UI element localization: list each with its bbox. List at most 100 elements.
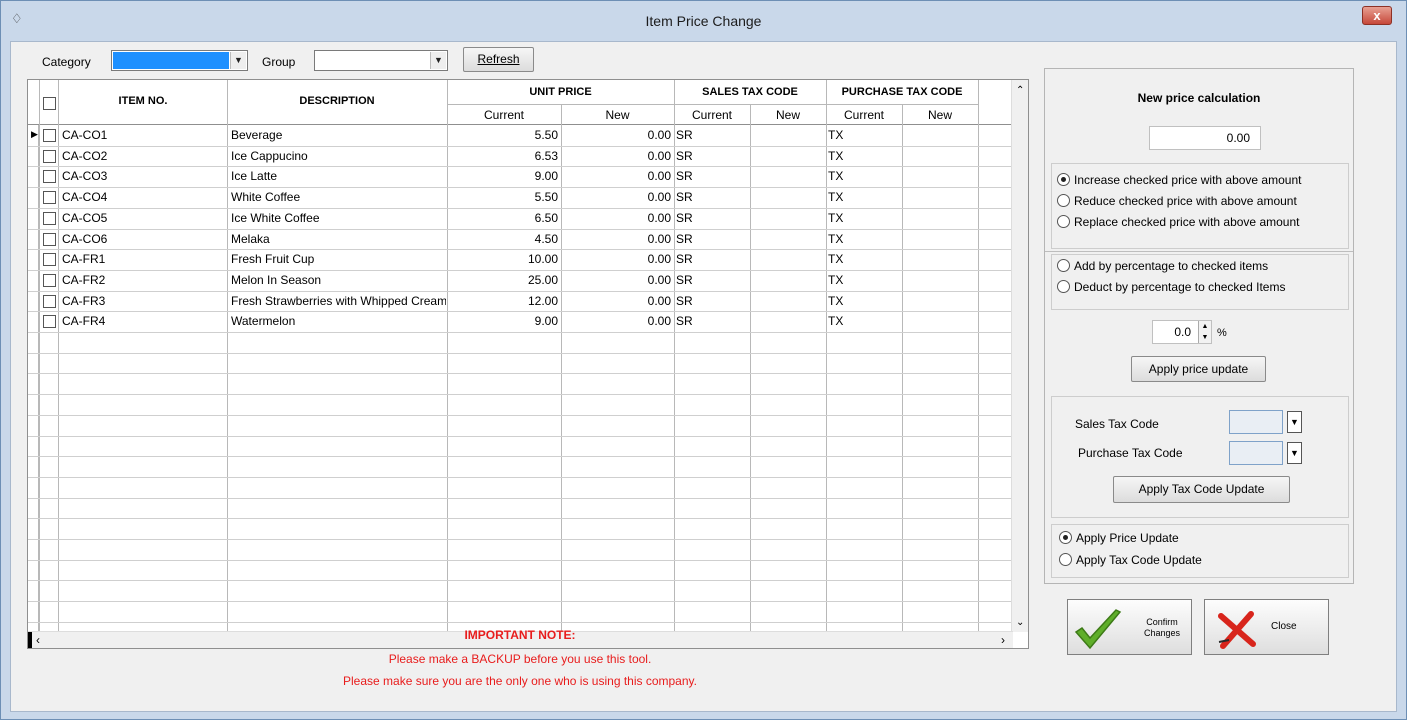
cell-item-no[interactable]: CA-FR3 [62,294,226,308]
cell-price-current[interactable]: 10.00 [448,252,558,266]
cell-price-new[interactable]: 0.00 [562,169,671,183]
apply-price-update-button[interactable]: Apply price update [1131,356,1266,382]
cell-description[interactable]: Melaka [231,232,446,246]
cell-price-current[interactable]: 9.00 [448,169,558,183]
table-row[interactable]: CA-FR1 Fresh Fruit Cup 10.00 0.00 SR TX [28,249,1013,270]
table-row[interactable]: CA-CO5 Ice White Coffee 6.50 0.00 SR TX [28,208,1013,229]
cell-description[interactable]: Ice Latte [231,169,446,183]
mode-price-radio[interactable] [1059,531,1072,544]
cell-price-current[interactable]: 5.50 [448,190,558,204]
cell-purchase-current[interactable]: TX [828,190,900,204]
cell-sales-current[interactable]: SR [676,211,748,225]
scroll-down-icon[interactable]: ⌄ [1016,617,1024,628]
cell-item-no[interactable]: CA-FR2 [62,273,226,287]
row-checkbox[interactable] [43,294,56,308]
cell-sales-current[interactable]: SR [676,273,748,287]
cell-price-current[interactable]: 25.00 [448,273,558,287]
refresh-button[interactable]: Refresh [463,47,534,72]
chevron-down-icon[interactable]: ▼ [230,52,246,69]
cell-sales-current[interactable]: SR [676,128,748,142]
apply-tax-code-update-button[interactable]: Apply Tax Code Update [1113,476,1290,503]
cell-purchase-current[interactable]: TX [828,314,900,328]
group-select[interactable]: ▼ [314,50,448,71]
table-row[interactable]: CA-CO2 Ice Cappucino 6.53 0.00 SR TX [28,146,1013,167]
cell-sales-current[interactable]: SR [676,294,748,308]
cell-sales-current[interactable]: SR [676,232,748,246]
cell-purchase-current[interactable]: TX [828,149,900,163]
row-checkbox[interactable] [43,129,56,142]
percentage-spinner[interactable]: ▲ ▼ [1198,321,1211,343]
cell-purchase-current[interactable]: TX [828,273,900,287]
table-row[interactable]: CA-FR3 Fresh Strawberries with Whipped Cr… [28,291,1013,312]
cell-description[interactable]: Fresh Fruit Cup [231,252,446,266]
cell-price-current[interactable]: 12.00 [448,294,558,308]
cell-description[interactable]: Fresh Strawberries with Whipped Cream [231,294,446,308]
scroll-up-icon[interactable]: ⌃ [1016,85,1024,96]
cell-item-no[interactable]: CA-CO2 [62,149,226,163]
select-all-checkbox[interactable] [43,97,56,110]
cell-sales-current[interactable]: SR [676,314,748,328]
row-checkbox[interactable] [43,232,56,246]
mode-tax-radio[interactable] [1059,553,1072,566]
window-close-button[interactable]: x [1362,6,1392,25]
cell-purchase-current[interactable]: TX [828,211,900,225]
row-checkbox[interactable] [43,211,56,225]
row-checkbox[interactable] [43,315,56,329]
cell-price-current[interactable]: 6.53 [448,149,558,163]
cell-item-no[interactable]: CA-CO1 [62,128,226,142]
cell-purchase-current[interactable]: TX [828,169,900,183]
chevron-down-icon[interactable]: ▼ [430,52,446,69]
cell-description[interactable]: Ice White Coffee [231,211,446,225]
cell-description[interactable]: Melon In Season [231,273,446,287]
table-row[interactable]: CA-FR4 Watermelon 9.00 0.00 SR TX [28,311,1013,332]
category-select[interactable]: ▼ [111,50,248,71]
chevron-down-icon[interactable]: ▼ [1287,411,1302,433]
cell-sales-current[interactable]: SR [676,149,748,163]
cell-price-new[interactable]: 0.00 [562,211,671,225]
table-row[interactable]: CA-CO3 Ice Latte 9.00 0.00 SR TX [28,166,1013,187]
cell-description[interactable]: Beverage [231,128,446,142]
cell-price-current[interactable]: 5.50 [448,128,558,142]
cell-sales-current[interactable]: SR [676,252,748,266]
add-percentage-radio[interactable] [1057,259,1070,272]
cell-price-current[interactable]: 6.50 [448,211,558,225]
replace-radio[interactable] [1057,215,1070,228]
cell-item-no[interactable]: CA-CO6 [62,232,226,246]
table-row[interactable]: CA-CO6 Melaka 4.50 0.00 SR TX [28,229,1013,250]
cell-price-new[interactable]: 0.00 [562,128,671,142]
cell-price-new[interactable]: 0.00 [562,252,671,266]
cell-description[interactable]: Watermelon [231,314,446,328]
cell-purchase-current[interactable]: TX [828,128,900,142]
cell-sales-current[interactable]: SR [676,169,748,183]
cell-price-new[interactable]: 0.00 [562,294,671,308]
vertical-scrollbar[interactable]: ⌃ ⌄ [1011,80,1028,632]
row-checkbox[interactable] [43,191,56,205]
row-checkbox[interactable] [43,273,56,287]
cell-purchase-current[interactable]: TX [828,294,900,308]
reduce-radio[interactable] [1057,194,1070,207]
cell-purchase-current[interactable]: TX [828,252,900,266]
cell-item-no[interactable]: CA-CO4 [62,190,226,204]
cell-price-current[interactable]: 4.50 [448,232,558,246]
row-checkbox[interactable] [43,253,56,267]
items-grid[interactable]: ITEM NO. DESCRIPTION UNIT PRICE SALES TA… [27,79,1029,649]
cell-item-no[interactable]: CA-CO5 [62,211,226,225]
chevron-down-icon[interactable]: ▼ [1287,442,1302,464]
cell-price-new[interactable]: 0.00 [562,232,671,246]
cell-description[interactable]: Ice Cappucino [231,149,446,163]
cell-price-new[interactable]: 0.00 [562,149,671,163]
cell-item-no[interactable]: CA-FR4 [62,314,226,328]
close-button[interactable]: Close [1204,599,1329,655]
cell-price-new[interactable]: 0.00 [562,314,671,328]
cell-item-no[interactable]: CA-CO3 [62,169,226,183]
sales-tax-code-input[interactable] [1229,410,1283,434]
title-bar[interactable]: ♢ Item Price Change x [1,1,1406,41]
cell-purchase-current[interactable]: TX [828,232,900,246]
cell-price-new[interactable]: 0.00 [562,273,671,287]
purchase-tax-code-input[interactable] [1229,441,1283,465]
deduct-percentage-radio[interactable] [1057,280,1070,293]
row-checkbox[interactable] [43,170,56,184]
cell-item-no[interactable]: CA-FR1 [62,252,226,266]
table-row[interactable]: CA-CO1 Beverage 5.50 0.00 SR TX [28,125,1013,146]
cell-description[interactable]: White Coffee [231,190,446,204]
